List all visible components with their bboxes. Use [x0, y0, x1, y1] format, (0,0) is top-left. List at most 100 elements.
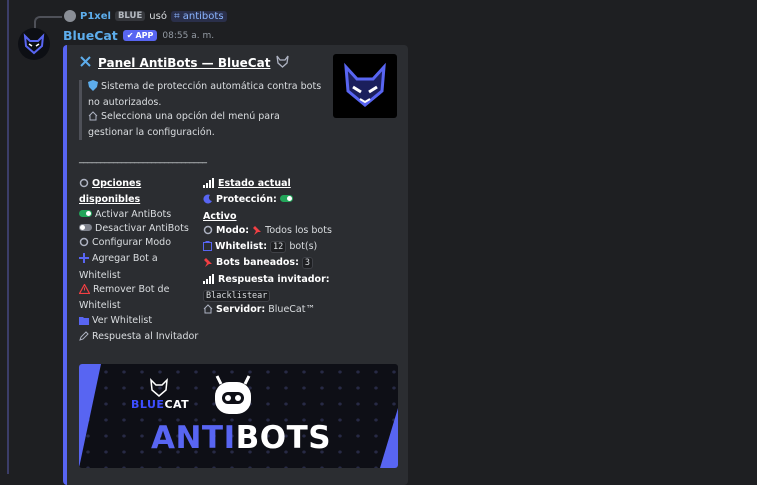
plus-icon	[79, 253, 89, 268]
reply-avatar[interactable]	[64, 10, 76, 22]
robot-head-icon	[215, 375, 251, 414]
response-value: Blacklistear	[203, 290, 271, 303]
gear-icon	[79, 178, 89, 193]
tools-icon	[79, 55, 92, 71]
option-add-whitelist: Agregar Bot a Whitelist	[79, 252, 199, 283]
server-label: Servidor:	[216, 304, 266, 316]
option-view-whitelist: Ver Whitelist	[79, 314, 199, 330]
description-line-2: Selecciona una opción del menú para gest…	[88, 110, 324, 140]
gear-icon	[79, 237, 89, 252]
embed-title[interactable]: Panel AntiBots — BlueCat	[98, 56, 270, 70]
embed-description: Sistema de protección automática contra …	[79, 80, 324, 140]
banner-accent-right	[380, 408, 398, 468]
clipboard-icon	[203, 241, 212, 256]
option-remove-whitelist: Remover Bot de Whitelist	[78, 283, 199, 314]
banner-title-bots: BOTS	[235, 420, 332, 456]
options-heading-line-2: disponibles	[79, 194, 141, 206]
warning-icon	[78, 283, 91, 299]
mode-label: Modo:	[216, 224, 250, 236]
author-name[interactable]: BlueCat	[63, 28, 118, 43]
embed-banner-image[interactable]: BLUECAT ANTIBOTS	[79, 364, 398, 468]
reply-context[interactable]: P1xel BLUE usó ⌗ antibots	[64, 8, 227, 24]
toggle-on-icon	[279, 195, 293, 203]
embed-card: Panel AntiBots — BlueCat Sistema de prot…	[63, 45, 408, 485]
option-activate-label: Activar AntiBots	[95, 208, 172, 220]
command-icon: ⌗	[173, 10, 180, 22]
status-whitelist: Whitelist: 12 bot(s)	[203, 240, 333, 256]
status-server: Servidor: BlueCat™	[203, 303, 333, 319]
banned-count: 3	[301, 257, 314, 270]
reply-verb: usó	[149, 10, 167, 22]
option-deactivate: Desactivar AntiBots	[79, 222, 199, 236]
reply-username[interactable]: P1xel	[80, 11, 111, 22]
pencil-icon	[79, 331, 89, 346]
app-badge: ✔ APP	[122, 30, 158, 41]
option-response: Respuesta al Invitador	[79, 330, 199, 346]
option-remove-whitelist-label: Remover Bot de Whitelist	[79, 284, 170, 312]
embed-title-row: Panel AntiBots — BlueCat	[79, 55, 290, 71]
divider-rule: ______________________________	[79, 153, 207, 164]
options-heading: Opciones disponibles	[79, 177, 199, 208]
banner-title-anti: ANTI	[151, 420, 236, 456]
toggle-on-icon	[79, 209, 92, 217]
message-header: BlueCat ✔ APP 08:55 a. m.	[63, 28, 214, 43]
signal-bars-icon	[203, 178, 215, 193]
message-timestamp[interactable]: 08:55 a. m.	[162, 31, 214, 41]
description-text-1: Sistema de protección automática contra …	[88, 81, 322, 108]
banner-brand-cat: CAT	[164, 398, 190, 411]
bluecat-logo-icon	[344, 62, 386, 107]
option-deactivate-label: Desactivar AntiBots	[95, 222, 189, 234]
whitelist-unit: bot(s)	[289, 241, 318, 253]
description-line-1: Sistema de protección automática contra …	[88, 80, 324, 110]
command-name: antibots	[182, 10, 224, 22]
option-activate: Activar AntiBots	[79, 208, 199, 222]
option-configure-label: Configurar Modo	[92, 237, 172, 249]
options-heading-line-1: Opciones	[92, 178, 142, 189]
app-badge-label: APP	[135, 31, 154, 40]
whitelist-count: 12	[270, 241, 287, 254]
option-configure: Configurar Modo	[79, 236, 199, 252]
banned-label: Bots baneados:	[216, 257, 299, 269]
status-protection: Protección: Activo	[203, 193, 333, 224]
pin-icon	[252, 225, 262, 240]
status-mode: Modo: Todos los bots	[203, 224, 333, 240]
moon-icon	[203, 194, 213, 209]
status-response: Respuesta invitador: Blacklistear	[203, 273, 333, 304]
toggle-off-icon	[79, 223, 92, 231]
mode-value: Todos los bots	[265, 224, 332, 236]
home-icon	[88, 111, 98, 126]
option-view-whitelist-label: Ver Whitelist	[92, 314, 153, 326]
reply-user-tag: BLUE	[114, 11, 146, 21]
status-heading: Estado actual	[203, 177, 333, 193]
banner-cat-logo-icon	[150, 378, 168, 397]
cat-emoji-icon	[276, 55, 290, 71]
whitelist-label: Whitelist:	[215, 241, 267, 253]
status-banned: Bots baneados: 3	[203, 256, 333, 272]
home-icon	[203, 304, 213, 319]
server-value: BlueCat™	[268, 304, 315, 316]
response-label: Respuesta invitador:	[218, 273, 330, 285]
option-add-whitelist-label: Agregar Bot a Whitelist	[79, 253, 158, 281]
embed-thumbnail[interactable]	[333, 54, 397, 118]
reply-command[interactable]: ⌗ antibots	[170, 10, 227, 22]
shield-icon	[88, 80, 98, 96]
banner-title: ANTIBOTS	[151, 420, 331, 456]
protection-value: Activo	[203, 210, 237, 222]
gear-icon	[203, 225, 213, 240]
bot-avatar[interactable]	[18, 28, 50, 60]
protection-label: Protección:	[216, 194, 277, 206]
option-response-label: Respuesta al Invitador	[92, 330, 199, 342]
signal-bars-icon	[203, 273, 215, 289]
status-heading-label: Estado actual	[218, 178, 291, 189]
cat-logo-icon	[23, 33, 45, 55]
folder-icon	[79, 316, 89, 330]
status-column: Estado actual Protección: Activo Modo: T…	[203, 177, 333, 320]
verified-check-icon: ✔	[126, 31, 134, 40]
banner-brand: BLUECAT	[131, 398, 189, 411]
options-column: Opciones disponibles Activar AntiBots Des…	[78, 177, 199, 346]
pin-icon	[203, 257, 213, 272]
left-edge-stripe	[7, 0, 9, 474]
banner-accent-left	[79, 364, 101, 468]
banner-brand-blue: BLUE	[131, 398, 165, 411]
description-text-2: Selecciona una opción del menú para gest…	[88, 111, 280, 138]
